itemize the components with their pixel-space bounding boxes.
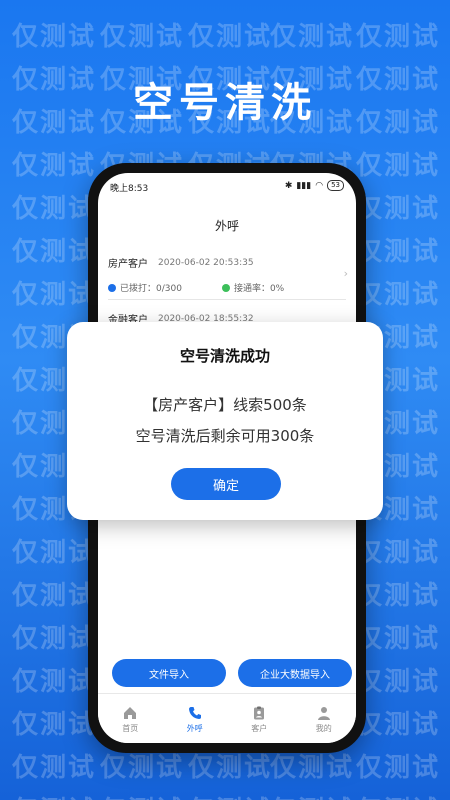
dialog-title: 空号清洗成功 xyxy=(179,347,270,365)
divider xyxy=(108,299,346,300)
clipboard-user-icon xyxy=(254,706,265,719)
watermark-text: 仅测试 xyxy=(12,538,97,568)
screen-title: 外呼 xyxy=(214,219,239,233)
watermark-text: 仅测试 xyxy=(356,667,441,697)
status-bar: 晚上8:53 ✱ ▮▮▮ ◠ 53 xyxy=(98,173,356,197)
watermark-text: 仅测试 xyxy=(356,22,441,52)
record-name: 房产客户 xyxy=(108,259,148,270)
home-icon xyxy=(124,706,137,719)
watermark-text: 仅测试 xyxy=(356,624,441,654)
watermark-text: 仅测试 xyxy=(12,280,97,310)
connect-text: 接通率：0% xyxy=(233,284,285,294)
watermark-text: 仅测试 xyxy=(12,667,97,697)
tab-call[interactable]: 外呼 xyxy=(163,694,228,743)
watermark-text: 仅测试 xyxy=(356,280,441,310)
watermark-text: 仅测试 xyxy=(356,710,441,740)
watermark-text: 仅测试 xyxy=(356,194,441,224)
watermark-text: 仅测试 xyxy=(356,237,441,267)
watermark-text: 仅测试 xyxy=(188,22,273,52)
watermark-text: 仅测试 xyxy=(100,22,185,52)
watermark-text: 仅测试 xyxy=(12,22,97,52)
tab-mine[interactable]: 我的 xyxy=(292,694,357,743)
call-record-item[interactable]: 房产客户 2020-06-02 20:53:35 已拨打：0/300 接通率：0… xyxy=(108,255,348,294)
dialed-stat: 已拨打：0/300 xyxy=(108,281,182,294)
watermark-text: 仅测试 xyxy=(356,790,440,800)
phone-dot-icon xyxy=(108,284,116,292)
watermark-text: 仅测试 xyxy=(270,22,355,52)
confirm-button[interactable]: 确定 xyxy=(171,468,281,500)
headline: 空号清洗 xyxy=(133,80,317,126)
chevron-right-icon: › xyxy=(343,267,348,280)
person-icon xyxy=(317,706,330,720)
watermark-text: 仅测试 xyxy=(356,581,441,611)
bigdata-import-button[interactable]: 企业大数据导入 xyxy=(238,659,352,687)
watermark-text: 仅测试 xyxy=(356,538,441,568)
file-import-button[interactable]: 文件导入 xyxy=(112,659,226,687)
tab-label: 客户 xyxy=(251,723,268,733)
tab-label: 外呼 xyxy=(186,723,203,733)
dialog-remaining-line: 空号清洗后剩余可用300条 xyxy=(135,427,315,445)
tab-label: 首页 xyxy=(122,723,139,733)
status-icons: ✱ ▮▮▮ ◠ 53 xyxy=(285,180,344,191)
promo-background: 仅测试 仅测试 仅测试 仅测试 仅测试 仅测试 仅测试 仅测试 仅测试 仅测试 仅测试 仅测试 仅测试仅… xyxy=(0,0,450,800)
watermark-text: 仅测试 xyxy=(188,790,272,800)
wifi-icon: ◠ xyxy=(315,180,324,191)
battery-icon: 53 xyxy=(327,180,344,191)
watermark-text: 仅测试 xyxy=(12,237,97,267)
watermark-text: 仅测试 xyxy=(270,790,354,800)
tab-bar: 首页 外呼 客户 我的 xyxy=(98,693,356,743)
connect-stat: 接通率：0% xyxy=(221,281,285,294)
watermark-text: 仅测试 xyxy=(12,624,97,654)
success-dialog: 空号清洗成功 【房产客户】线索500条 空号清洗后剩余可用300条 确定 xyxy=(67,322,383,520)
tab-customer[interactable]: 客户 xyxy=(227,694,292,743)
phone-icon xyxy=(188,706,201,719)
signal-icon: ▮▮▮ xyxy=(296,180,312,191)
watermark-text: 仅测试 xyxy=(12,790,96,800)
watermark-text: 仅测试 xyxy=(12,710,97,740)
watermark-text: 仅测试 xyxy=(12,194,97,224)
dialog-leads-line: 【房产客户】线索500条 xyxy=(143,396,307,414)
watermark-text: 仅测试 xyxy=(12,581,97,611)
bluetooth-icon: ✱ xyxy=(284,180,293,191)
watermark-text: 仅测试 xyxy=(100,790,184,800)
status-time: 晚上8:53 xyxy=(110,184,149,194)
tab-label: 我的 xyxy=(315,723,332,733)
watermark-text: 仅测试 xyxy=(12,753,97,783)
check-dot-icon xyxy=(221,284,230,292)
watermark-text: 仅测试 xyxy=(356,151,441,181)
watermark-text: 仅测试 xyxy=(356,753,441,783)
dialed-text: 已拨打：0/300 xyxy=(120,284,182,294)
tab-home[interactable]: 首页 xyxy=(98,694,163,743)
record-date: 2020-06-02 20:53:35 xyxy=(158,257,254,268)
watermark-text: 仅测试 xyxy=(12,151,97,181)
